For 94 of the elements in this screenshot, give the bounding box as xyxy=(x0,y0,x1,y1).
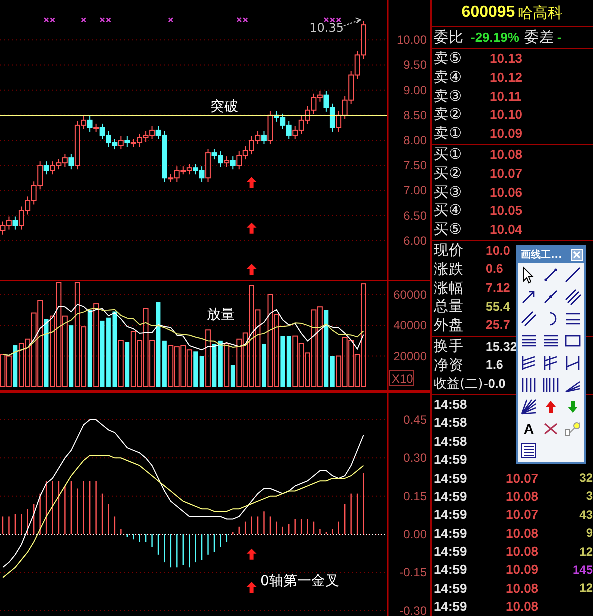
trade-time: 14:58 xyxy=(433,434,468,449)
trade-price: 10.09 xyxy=(506,562,540,578)
trade-time: 14:59 xyxy=(433,580,468,596)
field-label: 买④ xyxy=(433,202,463,220)
axis-label: 60000 xyxy=(394,288,427,302)
text-tool[interactable]: A xyxy=(524,421,534,437)
axis-label: 6.50 xyxy=(404,208,427,223)
trade-price: 10.08 xyxy=(506,599,540,614)
field-label: 涨跌 xyxy=(433,260,465,279)
trade-price: 10.08 xyxy=(506,488,540,504)
trade-volume: 32 xyxy=(578,471,593,486)
axis-label: 8.50 xyxy=(404,108,427,122)
field-label: 收益(二) xyxy=(433,376,484,393)
field-label: 涨幅 xyxy=(433,280,465,298)
multiplier-label: X10 xyxy=(392,372,414,386)
trade-price: 10.07 xyxy=(506,470,540,486)
field-label: 卖⑤ xyxy=(433,50,463,68)
trade-time: 14:59 xyxy=(433,488,468,504)
field-value: 25.7 xyxy=(486,318,510,332)
field-value: 1.6 xyxy=(486,358,504,372)
field-label: 卖④ xyxy=(433,68,463,87)
axis-label: 9.00 xyxy=(404,83,427,98)
field-value: 10.05 xyxy=(490,203,523,218)
field-value: 15.32 xyxy=(486,340,518,354)
field-label: 买⑤ xyxy=(433,220,463,239)
chart-label: 0轴第一金叉 xyxy=(260,573,340,590)
axis-label: 0.30 xyxy=(404,451,427,466)
trade-time: 14:59 xyxy=(433,452,468,468)
trade-time: 14:59 xyxy=(433,562,468,578)
field-value: 10.04 xyxy=(490,222,523,237)
axis-label: 0.15 xyxy=(404,489,427,504)
trade-time: 14:59 xyxy=(433,470,468,486)
field-value: 10.13 xyxy=(490,51,523,66)
axis-label: 10.00 xyxy=(396,33,427,48)
trade-time: 14:58 xyxy=(433,396,468,412)
axis-label: 8.00 xyxy=(404,134,427,148)
trade-time: 14:59 xyxy=(433,599,468,614)
field-label: 卖② xyxy=(433,106,463,124)
chart-label: 突破 xyxy=(210,98,239,115)
trade-price: 10.08 xyxy=(506,526,540,541)
axis-label: 7.00 xyxy=(404,184,427,198)
stock-code: 600095 xyxy=(462,4,516,22)
trade-volume: 145 xyxy=(572,562,593,577)
axis-label: 0.00 xyxy=(404,528,427,542)
trade-volume: 12 xyxy=(578,581,593,596)
chart-label: 放量 xyxy=(207,307,236,323)
field-value: 10.07 xyxy=(490,166,523,181)
field-label: 净资 xyxy=(433,356,465,375)
trade-price: 10.08 xyxy=(506,580,540,596)
field-value: 10.10 xyxy=(490,107,523,122)
field-label: 买① xyxy=(433,146,463,164)
trade-volume: 12 xyxy=(578,544,593,559)
field-value: 10.12 xyxy=(490,70,523,85)
price-label: 10.35 xyxy=(310,21,344,36)
field-value: 7.12 xyxy=(486,281,510,296)
axis-label: 9.50 xyxy=(404,58,427,72)
trade-price: 10.07 xyxy=(506,507,540,522)
field-label: 总量 xyxy=(433,298,465,316)
field-label: 卖① xyxy=(433,124,463,143)
field-label: 换手 xyxy=(433,338,465,356)
field-label: 外盘 xyxy=(433,316,465,335)
axis-label: -0.30 xyxy=(400,604,427,616)
trade-volume: 3 xyxy=(585,489,593,504)
field-label: 卖③ xyxy=(433,88,463,106)
axis-label: 7.50 xyxy=(404,158,427,173)
field-value: 10.0 xyxy=(486,244,510,258)
trade-time: 14:59 xyxy=(433,544,468,560)
field-label: 委比 xyxy=(433,28,464,47)
axis-label: 20000 xyxy=(394,349,427,364)
field-value: -0.0 xyxy=(484,376,506,391)
axis-label: 6.00 xyxy=(404,234,427,248)
axis-label: 0.45 xyxy=(404,413,427,427)
trade-price: 10.08 xyxy=(506,544,540,560)
field-value: - xyxy=(557,30,562,45)
toolbox-title: 画线工... xyxy=(521,248,562,262)
axis-label: 40000 xyxy=(394,318,427,333)
field-label: 买③ xyxy=(433,184,463,202)
field-value: 10.06 xyxy=(490,184,523,200)
field-value: 0.6 xyxy=(486,262,504,276)
trade-time: 14:58 xyxy=(433,415,468,430)
axis-label: -0.15 xyxy=(400,566,427,580)
trade-time: 14:59 xyxy=(433,507,468,522)
field-label: 现价 xyxy=(433,242,465,260)
trade-volume: 9 xyxy=(585,526,593,540)
field-value: 10.11 xyxy=(490,88,522,104)
trade-volume: 43 xyxy=(578,508,593,522)
field-label: 买② xyxy=(433,164,463,183)
field-value: 55.4 xyxy=(486,300,510,314)
stock-name: 哈高科 xyxy=(518,4,564,22)
field-value: 10.09 xyxy=(490,126,523,141)
field-label: 委差 xyxy=(523,28,554,47)
field-value: 10.08 xyxy=(490,147,523,162)
field-value: -29.19% xyxy=(471,30,520,45)
trade-time: 14:59 xyxy=(433,526,468,541)
